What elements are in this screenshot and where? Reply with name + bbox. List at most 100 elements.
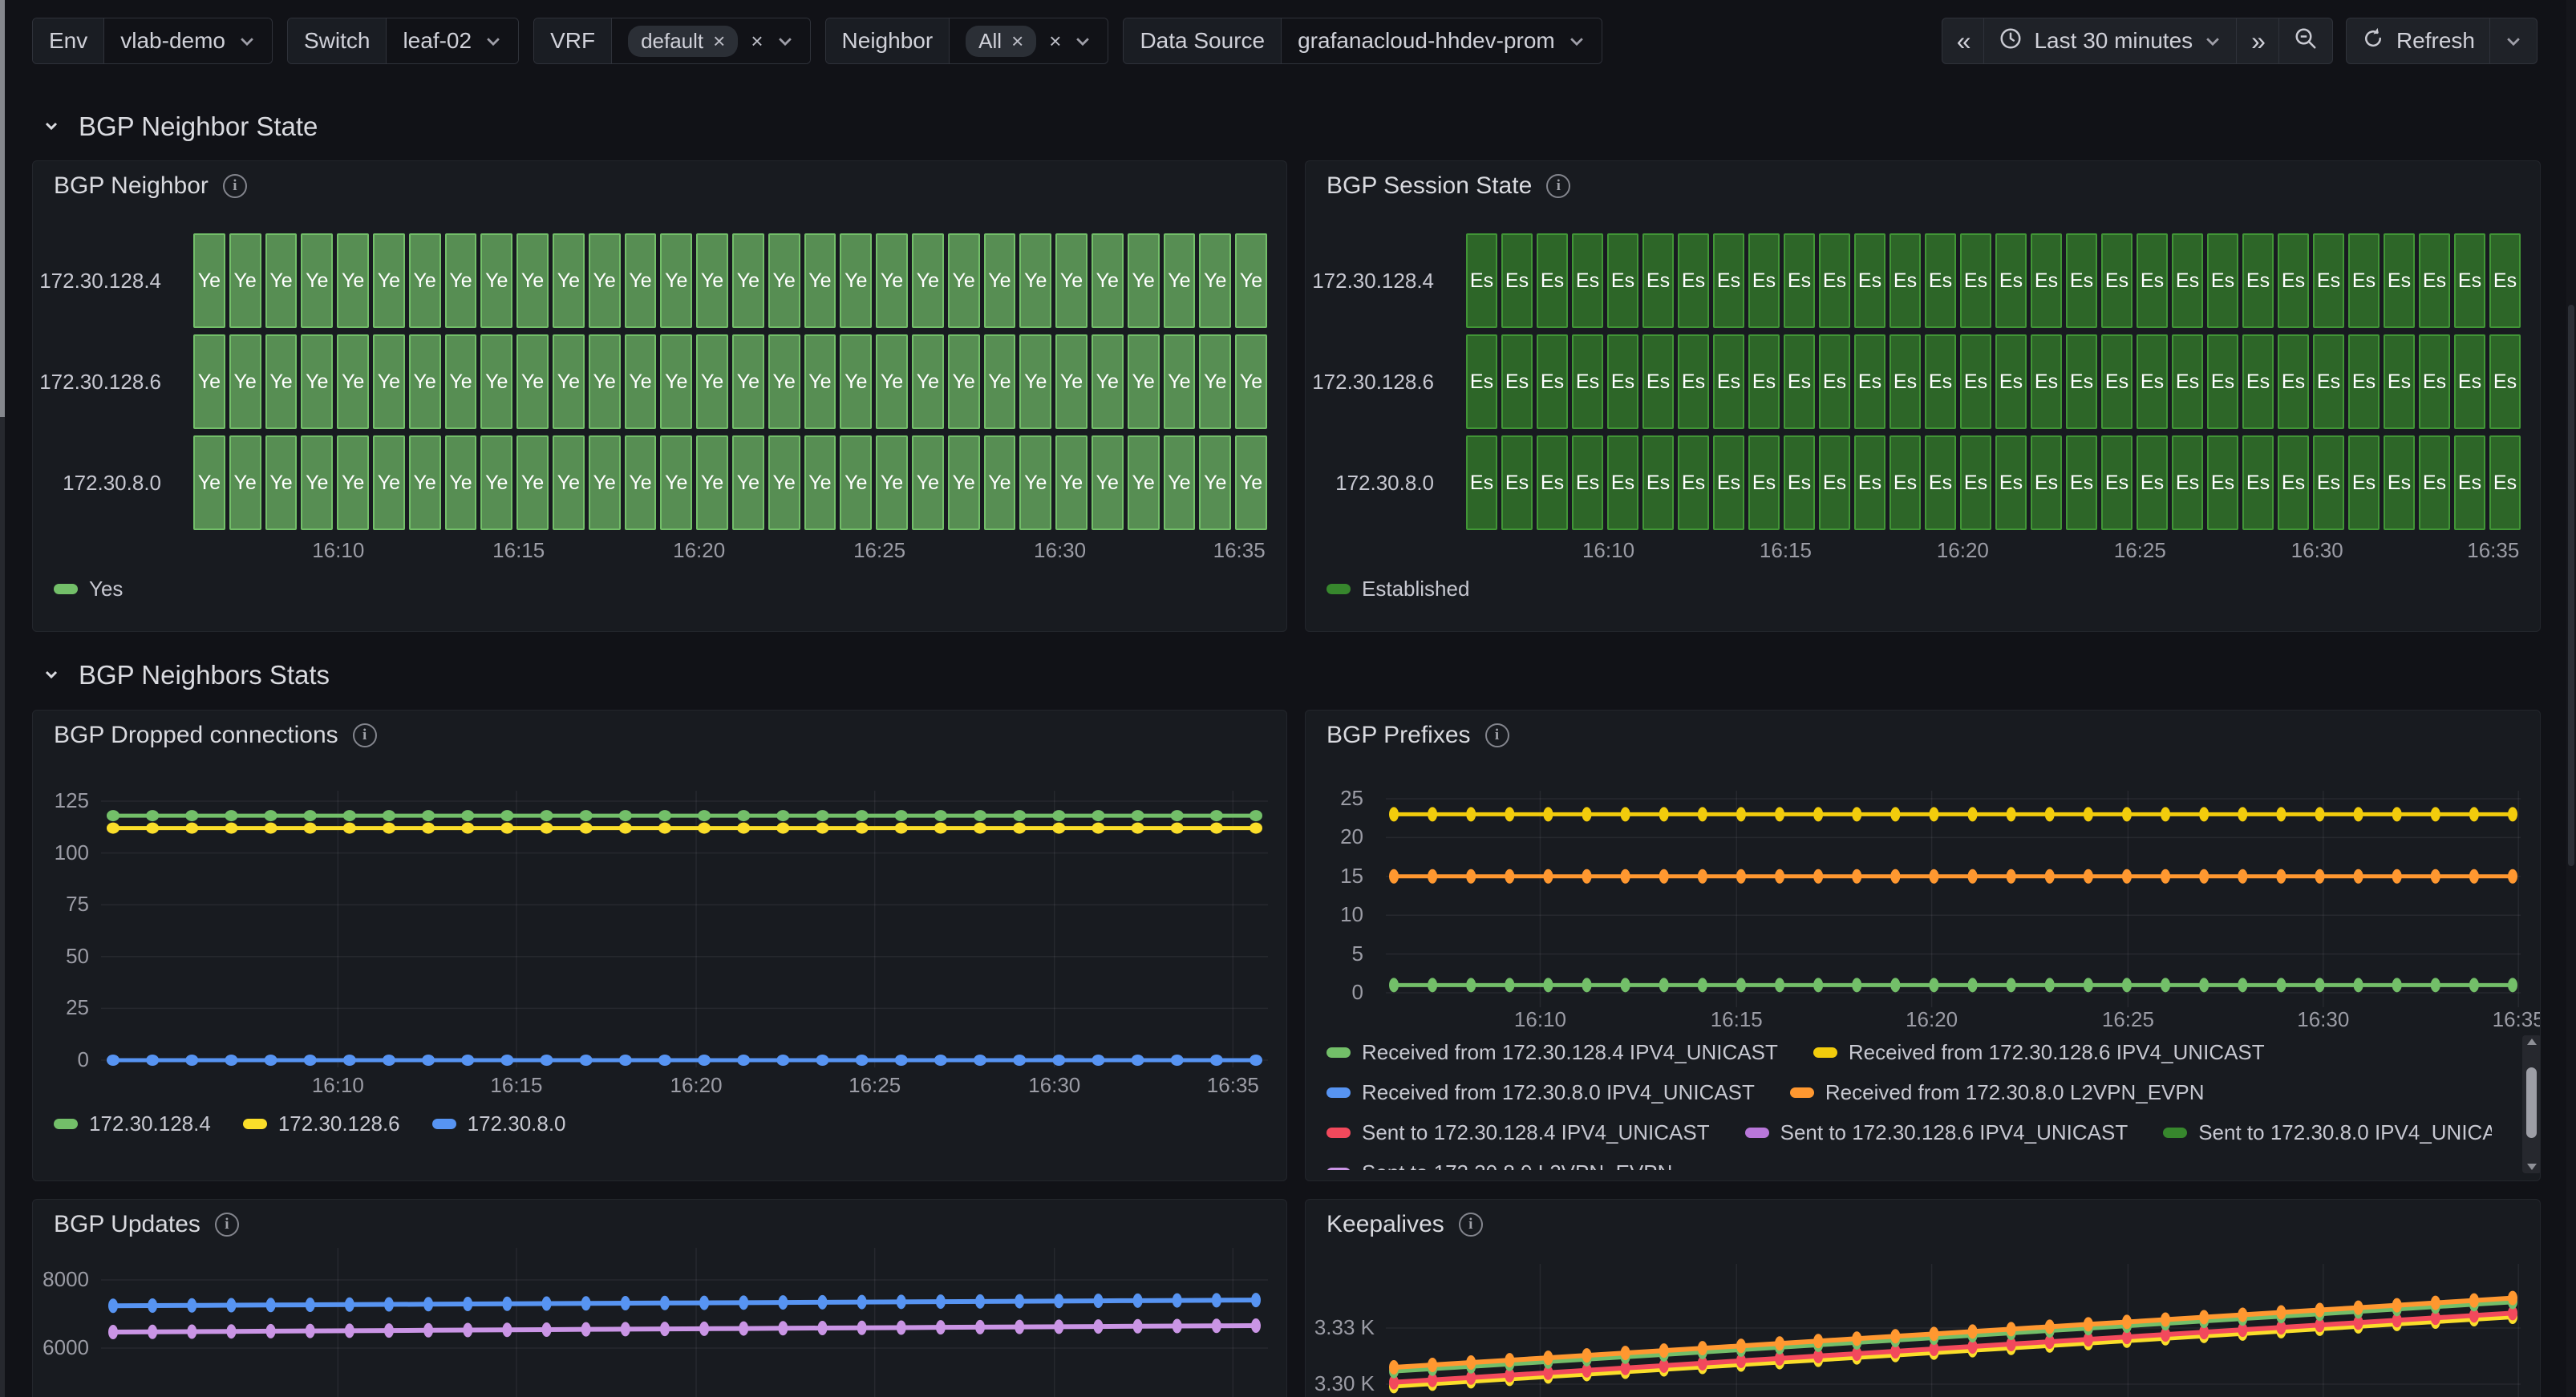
scroll-up-arrow-icon[interactable] (2522, 1037, 2541, 1047)
legend-swatch (1813, 1047, 1837, 1058)
series-marker (2315, 869, 2324, 884)
timeline-cell: Es (1889, 233, 1921, 328)
legend-item[interactable]: Yes (54, 577, 123, 601)
filter-neighbor-value[interactable]: All × × (950, 18, 1108, 63)
timeline-cell: Es (2101, 334, 2132, 429)
series-marker (619, 1055, 632, 1066)
info-icon[interactable]: i (1459, 1213, 1483, 1237)
series-marker (2199, 978, 2209, 992)
panel-title[interactable]: BGP Updatesi (54, 1211, 239, 1238)
panel-title[interactable]: BGP Session Statei (1326, 172, 1570, 200)
legend-item[interactable]: Established (1326, 577, 1469, 601)
series-marker (1132, 810, 1144, 821)
legend-item[interactable]: Received from 172.30.128.6 IPV4_UNICAST (1813, 1040, 2265, 1065)
filter-chip[interactable]: All × (966, 26, 1036, 57)
close-icon[interactable]: × (1011, 29, 1023, 54)
x-tick-label: 16:25 (849, 1073, 901, 1098)
series-line (1394, 1317, 2513, 1386)
timeline-cell: Ye (516, 233, 549, 328)
info-icon[interactable]: i (353, 723, 377, 747)
time-range-picker[interactable]: Last 30 minutes (1984, 18, 2237, 63)
series-marker (1582, 978, 1592, 992)
clear-icon[interactable]: × (1049, 29, 1061, 54)
series-marker (1852, 978, 1861, 992)
left-scrollbar-thumb[interactable] (0, 0, 5, 417)
scroll-down-arrow-icon[interactable] (2522, 1162, 2541, 1172)
series-marker (1582, 1348, 1592, 1363)
zoom-out-button[interactable] (2279, 18, 2332, 63)
x-tick-label: 16:15 (490, 1073, 542, 1098)
series-line (1394, 1298, 2513, 1367)
timeline-cell: Ye (265, 334, 298, 429)
legend-item[interactable]: 172.30.8.0 (432, 1112, 566, 1136)
series-marker (2007, 807, 2016, 821)
legend-scrollbar-track[interactable] (2522, 1035, 2541, 1173)
series-marker (1775, 978, 1784, 992)
panel-bgp-prefixes: BGP Prefixesi252015105016:1016:1516:2016… (1305, 710, 2541, 1181)
close-icon[interactable]: × (713, 29, 725, 54)
left-scrollbar-track[interactable] (0, 0, 5, 1397)
filter-chip[interactable]: default × (628, 26, 738, 57)
section-header-bgp-neighbor-state[interactable]: BGP Neighbor State (42, 109, 318, 144)
legend-item[interactable]: Sent to 172.30.8.0 IPV4_UNICAST (2163, 1120, 2492, 1145)
panel-bgp-session-state: BGP Session Statei172.30.128.4EsEsEsEsEs… (1305, 160, 2541, 632)
timeline-cell: Es (2419, 435, 2450, 530)
legend-item[interactable]: Sent to 172.30.128.4 IPV4_UNICAST (1326, 1120, 1710, 1145)
y-tick-label: 25 (33, 995, 89, 1020)
series-marker (2122, 807, 2132, 821)
series-marker (1466, 1355, 1476, 1370)
series-line (1394, 1313, 2513, 1382)
refresh-interval-button[interactable] (2490, 18, 2537, 63)
timeline-cell: Ye (625, 334, 657, 429)
legend-item[interactable]: Received from 172.30.8.0 L2VPN_EVPN (1790, 1080, 2205, 1105)
info-icon[interactable]: i (1546, 174, 1570, 198)
page-scrollbar-track[interactable] (2566, 0, 2576, 1397)
x-tick-label: 16:35 (2467, 538, 2519, 563)
legend-item[interactable]: Sent to 172.30.128.6 IPV4_UNICAST (1745, 1120, 2128, 1145)
panel-title[interactable]: Keepalivesi (1326, 1211, 1483, 1238)
timeline-cell: Ye (876, 435, 908, 530)
panel-bgp-dropped: BGP Dropped connectionsi125100755025016:… (32, 710, 1287, 1181)
legend-item[interactable]: Received from 172.30.8.0 IPV4_UNICAST (1326, 1080, 1755, 1105)
y-tick-label: 15 (1306, 864, 1363, 889)
info-icon[interactable]: i (223, 174, 247, 198)
legend-item[interactable]: Sent to 172.30.8.0 L2VPN_EVPN (1326, 1160, 1672, 1171)
timeline-row: EsEsEsEsEsEsEsEsEsEsEsEsEsEsEsEsEsEsEsEs… (1466, 233, 2521, 328)
info-icon[interactable]: i (215, 1213, 239, 1237)
legend-label: 172.30.8.0 (468, 1112, 566, 1136)
legend-item[interactable]: 172.30.128.4 (54, 1112, 211, 1136)
panel-title[interactable]: BGP Dropped connectionsi (54, 722, 377, 749)
x-tick-label: 16:30 (1034, 538, 1086, 563)
chevron-down-icon (238, 32, 256, 50)
info-icon[interactable]: i (1485, 723, 1509, 747)
filter-env-value[interactable]: vlab-demo (104, 18, 272, 63)
filter-vrf: VRF default × × (533, 18, 810, 64)
timeline-cell: Ye (1092, 334, 1124, 429)
series-marker (1659, 807, 1669, 821)
series-marker (2122, 978, 2132, 992)
panel-title[interactable]: BGP Neighbori (54, 172, 247, 200)
timeline-cell: Ye (804, 435, 836, 530)
series-marker (1210, 823, 1223, 834)
filter-switch-value[interactable]: leaf-02 (387, 18, 518, 63)
series-marker (2238, 807, 2247, 821)
legend-item[interactable]: 172.30.128.6 (243, 1112, 400, 1136)
page-scrollbar-thumb[interactable] (2568, 305, 2574, 866)
time-shift-back-button[interactable]: « (1942, 18, 1985, 63)
clear-icon[interactable]: × (751, 29, 763, 54)
series-marker (1428, 978, 1437, 992)
legend-row: Received from 172.30.8.0 IPV4_UNICAST Rec… (1326, 1078, 2492, 1107)
time-shift-forward-button[interactable]: » (2237, 18, 2279, 63)
panel-title[interactable]: BGP Prefixesi (1326, 722, 1509, 749)
timeline-cell: Ye (625, 233, 657, 328)
series-marker (1505, 1353, 1514, 1367)
filter-vrf-value[interactable]: default × × (612, 18, 809, 63)
refresh-button[interactable]: Refresh (2347, 18, 2490, 63)
filter-datasource-value[interactable]: grafanacloud-hhdev-prom (1282, 18, 1602, 63)
filter-env-label: Env (33, 18, 104, 63)
timeline-cell: Ye (984, 334, 1016, 429)
legend-scrollbar-thumb[interactable] (2526, 1067, 2537, 1138)
timeline-cell: Ye (265, 233, 298, 328)
legend-item[interactable]: Received from 172.30.128.4 IPV4_UNICAST (1326, 1040, 1778, 1065)
section-header-bgp-neighbors-stats[interactable]: BGP Neighbors Stats (42, 658, 330, 693)
